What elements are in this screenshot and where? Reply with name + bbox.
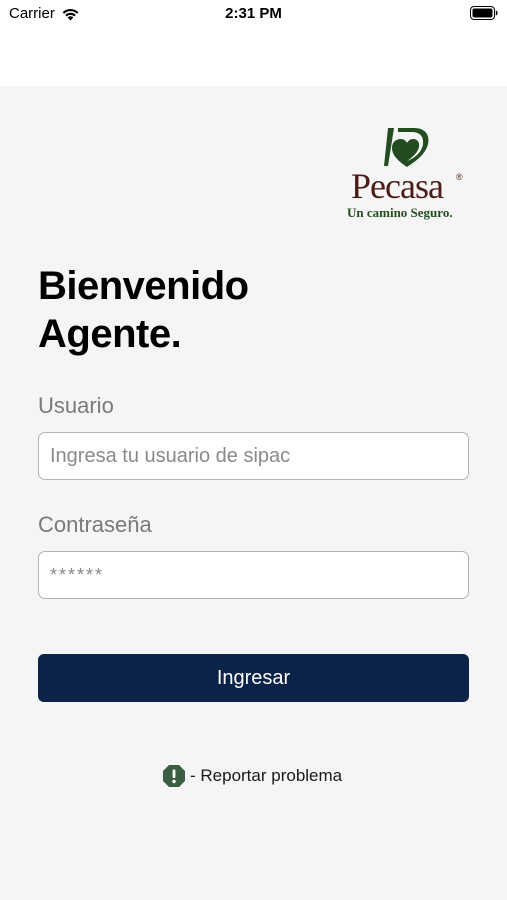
battery-icon bbox=[470, 6, 498, 20]
welcome-title-line2: Agente. bbox=[38, 312, 182, 356]
logo-wordmark: Pecasa bbox=[351, 166, 444, 206]
pecasa-logo-mark-icon bbox=[384, 128, 429, 167]
report-problem-link[interactable]: - Reportar problema bbox=[162, 764, 342, 788]
alert-icon bbox=[163, 765, 185, 787]
username-input[interactable] bbox=[38, 432, 469, 480]
logo-tagline: Un camino Seguro. bbox=[347, 205, 453, 220]
logo-registered-mark: ® bbox=[456, 172, 463, 182]
report-problem-label: - Reportar problema bbox=[190, 766, 343, 785]
pecasa-logo: Pecasa ® Un camino Seguro. bbox=[340, 128, 480, 223]
status-bar: Carrier 2:31 PM bbox=[0, 0, 507, 28]
login-button[interactable]: Ingresar bbox=[38, 654, 469, 702]
welcome-title: Bienvenido Agente. bbox=[38, 262, 458, 358]
welcome-title-line1: Bienvenido bbox=[38, 264, 249, 308]
username-label: Usuario bbox=[38, 393, 114, 418]
password-input[interactable] bbox=[38, 551, 469, 599]
password-label: Contraseña bbox=[38, 512, 152, 537]
status-time: 2:31 PM bbox=[225, 5, 282, 22]
navigation-bar bbox=[0, 28, 507, 86]
